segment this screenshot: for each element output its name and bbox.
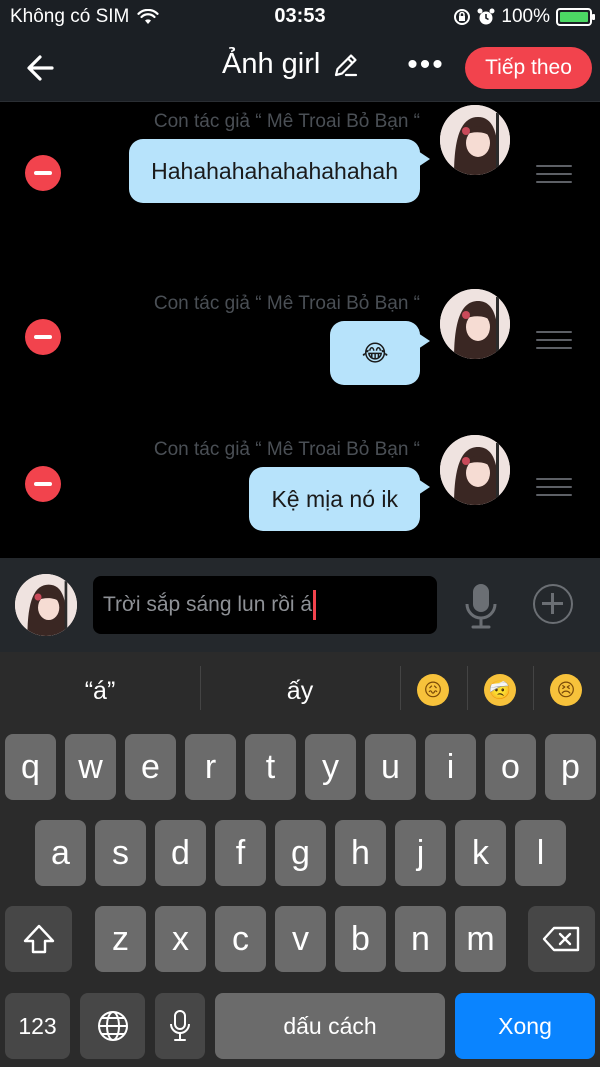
microphone-icon	[170, 1010, 190, 1041]
space-key[interactable]: dấu cách	[215, 993, 445, 1059]
avatar	[440, 289, 510, 359]
message-input[interactable]: Trời sắp sáng lun rồi á	[93, 576, 437, 634]
suggestion-divider	[533, 666, 534, 710]
backspace-icon	[542, 926, 579, 952]
key[interactable]: c	[215, 906, 266, 972]
keyboard: “á” ấy 😖 🤕 😣 q w e r t y u i o p a s d f…	[0, 652, 600, 1067]
message-list: Con tác giả “ Mê Troai Bỏ Bạn “ Hahahaha…	[0, 103, 600, 558]
drag-handle-icon[interactable]	[536, 331, 572, 351]
avatar	[440, 105, 510, 175]
emoji-suggestion[interactable]: 🤕	[484, 674, 516, 706]
status-right: 100%	[453, 6, 595, 28]
globe-key[interactable]	[80, 993, 145, 1059]
emoji-suggestion[interactable]: 😖	[417, 674, 449, 706]
key[interactable]: f	[215, 820, 266, 886]
key[interactable]: r	[185, 734, 236, 800]
key[interactable]: i	[425, 734, 476, 800]
key[interactable]: d	[155, 820, 206, 886]
emoji-suggestion[interactable]: 😣	[550, 674, 582, 706]
avatar[interactable]	[15, 574, 77, 636]
suggestion-divider	[400, 666, 401, 710]
numbers-key[interactable]: 123	[5, 993, 70, 1059]
text-caret	[313, 590, 317, 620]
more-options-icon[interactable]: •••	[405, 50, 447, 86]
done-key[interactable]: Xong	[455, 993, 595, 1059]
message-bubble[interactable]: Kệ mịa nó ik	[249, 467, 430, 531]
message-input-value: Trời sắp sáng lun rồi á	[103, 593, 313, 616]
key[interactable]: s	[95, 820, 146, 886]
key[interactable]: e	[125, 734, 176, 800]
key[interactable]: x	[155, 906, 206, 972]
status-bar: Không có SIM 03:53 100%	[0, 0, 600, 34]
key[interactable]: o	[485, 734, 536, 800]
suggestion-bar: “á” ấy 😖 🤕 😣	[0, 652, 600, 724]
remove-message-button[interactable]	[25, 319, 61, 355]
key[interactable]: j	[395, 820, 446, 886]
nav-bar: Ảnh girl ••• Tiếp theo	[0, 34, 600, 102]
drag-handle-icon[interactable]	[536, 165, 572, 185]
key[interactable]: h	[335, 820, 386, 886]
key[interactable]: w	[65, 734, 116, 800]
key[interactable]: n	[395, 906, 446, 972]
back-arrow-icon[interactable]	[22, 48, 62, 88]
key[interactable]: m	[455, 906, 506, 972]
nav-title-group[interactable]: Ảnh girl	[222, 48, 360, 81]
suggestion-item[interactable]: “á”	[0, 652, 200, 724]
shift-key[interactable]	[5, 906, 72, 972]
sender-name: Con tác giả “ Mê Troai Bỏ Bạn “	[153, 111, 420, 132]
avatar	[440, 435, 510, 505]
key[interactable]: u	[365, 734, 416, 800]
remove-message-button[interactable]	[25, 155, 61, 191]
message-bubble[interactable]: 😂	[330, 321, 430, 385]
remove-message-button[interactable]	[25, 466, 61, 502]
microphone-icon[interactable]	[462, 582, 500, 630]
drag-handle-icon[interactable]	[536, 478, 572, 498]
sender-name: Con tác giả “ Mê Troai Bỏ Bạn “	[153, 293, 420, 314]
message-bubble[interactable]: Hahahahahahahahahah	[129, 139, 430, 203]
dictation-key[interactable]	[155, 993, 205, 1059]
key[interactable]: p	[545, 734, 596, 800]
page-title: Ảnh girl	[222, 48, 321, 80]
key[interactable]: b	[335, 906, 386, 972]
next-button[interactable]: Tiếp theo	[465, 47, 592, 89]
battery-percent: 100%	[501, 6, 550, 27]
sender-name: Con tác giả “ Mê Troai Bỏ Bạn “	[153, 439, 420, 460]
shift-icon	[23, 924, 54, 954]
key[interactable]: z	[95, 906, 146, 972]
key[interactable]: q	[5, 734, 56, 800]
composer-bar: Trời sắp sáng lun rồi á	[0, 558, 600, 652]
key[interactable]: a	[35, 820, 86, 886]
pencil-icon[interactable]	[332, 51, 360, 79]
key[interactable]: y	[305, 734, 356, 800]
key[interactable]: g	[275, 820, 326, 886]
suggestion-divider	[467, 666, 468, 710]
suggestion-item[interactable]: ấy	[200, 652, 400, 724]
key[interactable]: t	[245, 734, 296, 800]
key[interactable]: l	[515, 820, 566, 886]
rotation-lock-icon	[454, 9, 471, 25]
backspace-key[interactable]	[528, 906, 595, 972]
key[interactable]: v	[275, 906, 326, 972]
add-attachment-icon[interactable]	[533, 584, 573, 624]
battery-icon	[556, 8, 595, 26]
key[interactable]: k	[455, 820, 506, 886]
alarm-icon	[477, 8, 495, 25]
globe-icon	[97, 1011, 128, 1041]
